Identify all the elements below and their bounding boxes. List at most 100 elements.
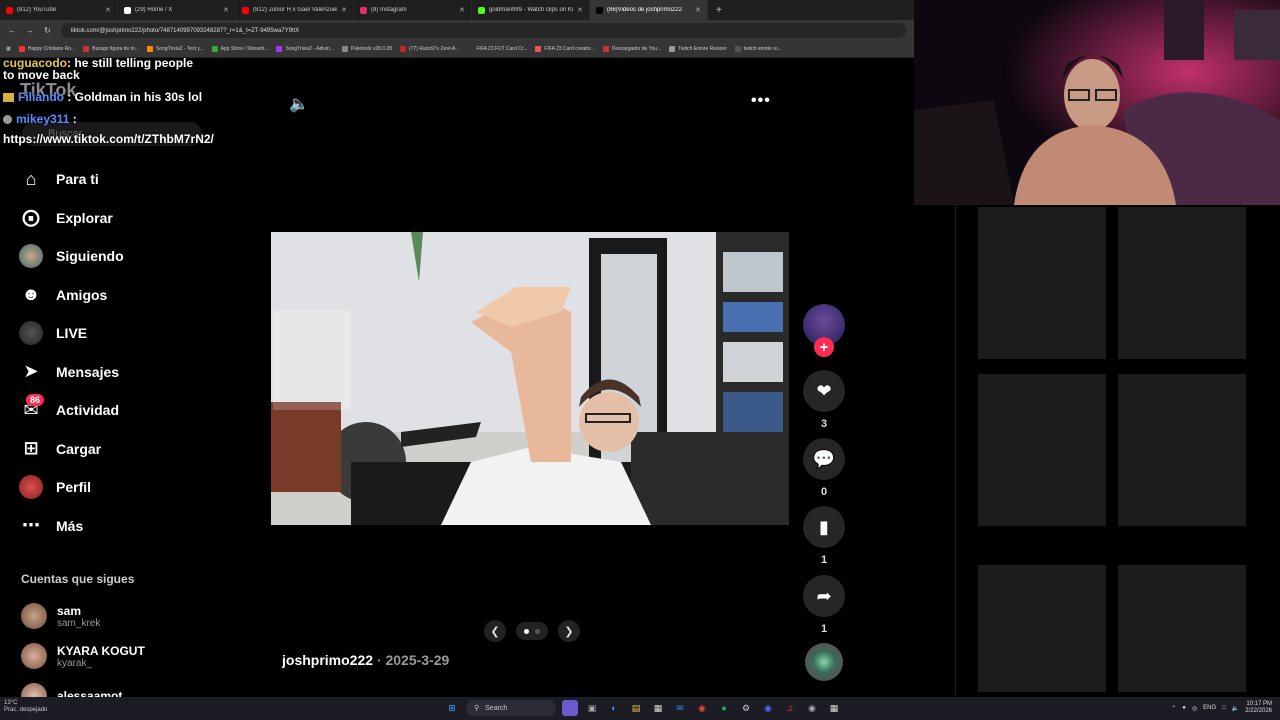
sidebar-item-ms[interactable]: ⋯ Más: [18, 507, 218, 546]
app-icon[interactable]: ◉: [804, 700, 820, 716]
system-tray: ⌃ ● ◎ ENG □ 🔈 10:17 PM 2/22/2026: [1171, 701, 1272, 715]
bookmark-item[interactable]: FIFA 23 Card creator...: [535, 46, 595, 52]
browser-tab[interactable]: (812) YouTube ✕: [0, 0, 118, 20]
divider: [955, 205, 956, 695]
bookmark-favicon-icon: [400, 46, 407, 52]
store-icon[interactable]: ▦: [650, 700, 666, 716]
comment-icon[interactable]: 💬: [803, 438, 845, 480]
bookmark-item[interactable]: Paletools v28.0.28: [341, 46, 393, 52]
network-icon[interactable]: □: [1222, 705, 1226, 711]
post-photo[interactable]: [271, 232, 789, 525]
next-slide-button[interactable]: ❯: [558, 620, 580, 642]
obs-icon[interactable]: ▦: [826, 700, 842, 716]
video-thumbnail[interactable]: [978, 565, 1106, 692]
spotify-icon[interactable]: ●: [716, 700, 732, 716]
close-icon[interactable]: ✕: [577, 6, 583, 14]
avatar: [21, 603, 47, 629]
bookmark-label: FIFA 23 Card creator...: [544, 46, 595, 52]
sidebar-item-amigos[interactable]: ☻ Amigos: [18, 276, 218, 315]
sidebar-item-siguiendo[interactable]: Siguiendo: [18, 237, 218, 276]
tab-favicon-icon: [360, 6, 367, 14]
new-tab-button[interactable]: +: [708, 5, 730, 16]
bookmark-label: Paletools v28.0.28: [350, 46, 393, 52]
settings-icon[interactable]: ⚙: [738, 700, 754, 716]
close-icon[interactable]: ✕: [105, 6, 111, 14]
heart-icon[interactable]: ❤: [803, 370, 845, 412]
widgets-icon[interactable]: [562, 700, 578, 716]
sidebar-item-parati[interactable]: ⌂ Para ti: [18, 160, 218, 199]
account-handle: kyarak_: [57, 657, 93, 669]
more-options-icon[interactable]: •••: [751, 92, 771, 110]
bookmark-favicon-icon: [669, 46, 676, 52]
music-disc-icon[interactable]: [805, 643, 843, 681]
weather-widget[interactable]: 13°C Prac. despejado: [4, 700, 47, 714]
mic-icon[interactable]: ◎: [1192, 705, 1197, 712]
browser-tab[interactable]: goldman999 - Watch clips on Kick ✕: [472, 0, 590, 20]
photo-carousel-controls: ❮ ❯: [484, 620, 580, 642]
language-indicator[interactable]: ENG: [1203, 705, 1216, 711]
bookmark-item[interactable]: twitch emote re...: [734, 46, 782, 52]
start-icon[interactable]: ⊞: [444, 700, 460, 716]
chat-text: https://www.tiktok.com/t/ZThbM7rN2/: [3, 132, 214, 146]
close-icon[interactable]: ✕: [223, 6, 229, 14]
url-field[interactable]: tiktok.com/@joshprimo222/photo/748714099…: [60, 23, 906, 38]
video-thumbnail[interactable]: [1118, 374, 1246, 526]
chat-username: Filiando: [18, 90, 64, 104]
volume-icon[interactable]: 🔈: [289, 94, 309, 114]
sidebar-item-explorar[interactable]: ⨀ Explorar: [18, 199, 218, 238]
comment-action: 💬 0: [803, 438, 845, 498]
close-icon[interactable]: ✕: [695, 6, 701, 14]
sidebar-item-actividad[interactable]: ✉ Actividad 86: [18, 391, 218, 430]
account-handle: sam_krek: [57, 617, 101, 629]
slide-dot[interactable]: [524, 628, 529, 634]
file-explorer-icon[interactable]: ▤: [628, 700, 644, 716]
sidebar-item-perfil[interactable]: Perfil: [18, 468, 218, 507]
bookmark-icon[interactable]: ▮: [803, 506, 845, 548]
browser-tab[interactable]: (86)Videos de joshprimo222 ✕: [590, 0, 708, 20]
browser-tab[interactable]: (812) Junior H x Gael Valenzuela ✕: [236, 0, 354, 20]
post-author[interactable]: joshprimo222: [282, 652, 373, 668]
sidebar-item-mensajes[interactable]: ➤ Mensajes: [18, 353, 218, 392]
notification-badge: 86: [26, 394, 45, 406]
tray-app-icon[interactable]: ●: [1182, 705, 1186, 711]
prev-slide-button[interactable]: ❮: [484, 620, 506, 642]
video-thumbnail[interactable]: [1118, 207, 1246, 359]
browser-tab[interactable]: (29) Home / X ✕: [118, 0, 236, 20]
music-icon[interactable]: ♫: [782, 700, 798, 716]
bookmark-item[interactable]: (77) Razo97s Zest-A...: [400, 46, 459, 52]
chrome-icon[interactable]: ◉: [694, 700, 710, 716]
sidebar-item-live[interactable]: LIVE: [18, 314, 218, 353]
video-thumbnail[interactable]: [1118, 565, 1246, 692]
video-thumbnail[interactable]: [978, 207, 1106, 359]
chevron-up-icon[interactable]: ⌃: [1171, 705, 1176, 712]
video-thumbnail[interactable]: [978, 374, 1106, 526]
following-avatar: [18, 243, 44, 269]
following-account[interactable]: sam sam_krek: [21, 603, 100, 629]
following-account[interactable]: KYARA KOGUT kyarak_: [21, 643, 145, 669]
task-view-icon[interactable]: ▣: [584, 700, 600, 716]
back-icon[interactable]: ←: [8, 26, 16, 35]
mail-icon[interactable]: ✉: [672, 700, 688, 716]
forward-icon[interactable]: →: [26, 26, 34, 35]
bookmark-item[interactable]: Descargador de You...: [602, 46, 661, 52]
sidebar-item-cargar[interactable]: ⊞ Cargar: [18, 430, 218, 469]
clock[interactable]: 10:17 PM 2/22/2026: [1245, 701, 1272, 715]
edge-icon[interactable]: ◐: [606, 700, 622, 716]
follow-button[interactable]: +: [814, 337, 834, 357]
volume-tray-icon[interactable]: 🔈: [1232, 705, 1239, 712]
bookmark-item[interactable]: App Store / Streaml...: [211, 46, 268, 52]
bookmark-item[interactable]: Twitch Emote Resizer: [669, 46, 727, 52]
close-icon[interactable]: ✕: [459, 6, 465, 14]
bookmark-item[interactable]: SongTrivia2 - Adivin...: [276, 46, 334, 52]
browser-tab[interactable]: (8) Instagram ✕: [354, 0, 472, 20]
tab-title: (812) Junior H x Gael Valenzuela: [253, 7, 338, 13]
search-icon: ⚲: [474, 705, 480, 712]
bookmark-item[interactable]: FIFA 23 FUT Card Cr...: [467, 46, 527, 52]
close-icon[interactable]: ✕: [341, 6, 347, 14]
taskbar-search[interactable]: ⚲ Search: [466, 700, 556, 716]
post-photo-image: [271, 232, 789, 525]
reload-icon[interactable]: ↻: [44, 26, 51, 35]
discord-icon[interactable]: ◉: [760, 700, 776, 716]
share-icon[interactable]: ➦: [803, 575, 845, 617]
slide-dot[interactable]: [535, 628, 540, 634]
